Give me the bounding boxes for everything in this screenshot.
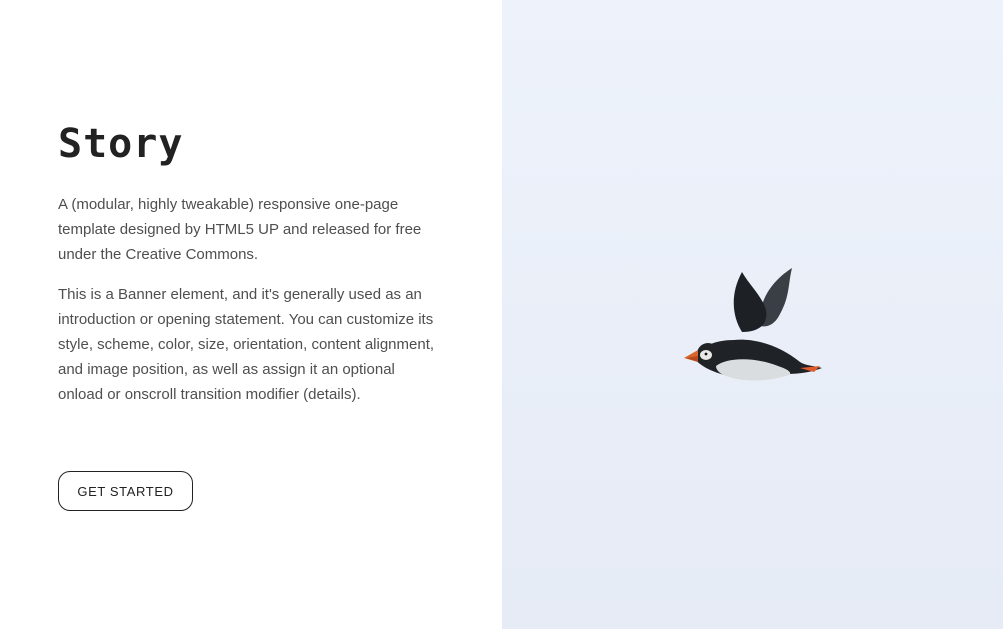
banner-title: Story xyxy=(58,121,184,167)
puffin-image xyxy=(684,268,822,381)
banner-image xyxy=(502,0,1003,629)
banner-intro-paragraph: A (modular, highly tweakable) responsive… xyxy=(58,196,422,263)
get-started-button[interactable]: GET STARTED xyxy=(58,471,193,511)
banner-content: Story A (modular, highly tweakable) resp… xyxy=(0,0,502,629)
banner-description-paragraph: This is a Banner element, and it's gener… xyxy=(58,286,435,403)
banner-section: Story A (modular, highly tweakable) resp… xyxy=(0,0,1003,629)
